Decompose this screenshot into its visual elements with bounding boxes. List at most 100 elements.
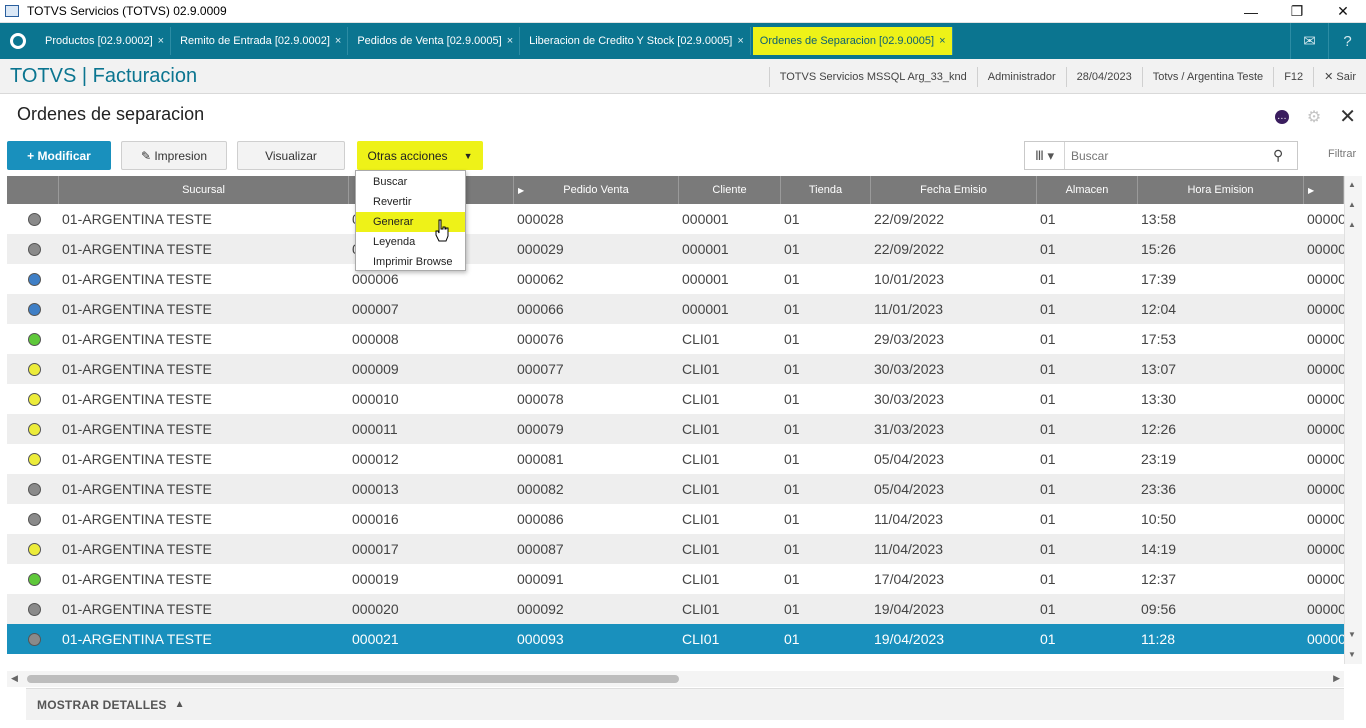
status-cell	[7, 242, 59, 256]
cell-almacen: 01	[1040, 391, 1056, 407]
totvs-logo-icon[interactable]	[0, 23, 36, 59]
mostrar-detalles-bar[interactable]: MOSTRAR DETALLES ▲	[26, 688, 1344, 720]
cell-extra: 00000	[1307, 631, 1344, 647]
cell-orden: 000011	[352, 421, 398, 437]
filtrar-link[interactable]: Filtrar	[1328, 148, 1356, 160]
table-row[interactable]: 01-ARGENTINA TESTE 000009 000077 CLI01 01 30/…	[7, 354, 1344, 384]
tab-remito-entrada[interactable]: Remito de Entrada [02.9.0002] ×	[173, 27, 349, 55]
shortcut-key[interactable]: F12	[1273, 66, 1313, 87]
scroll-bottom-icon[interactable]: ▼	[1348, 650, 1356, 659]
cell-tienda: 01	[784, 331, 800, 347]
table-row[interactable]: 01-ARGENTINA TESTE 000016 000086 CLI01 01 11/…	[7, 504, 1344, 534]
column-header-tienda[interactable]: Tienda	[781, 176, 871, 204]
company-name[interactable]: Totvs / Argentina Teste	[1141, 66, 1273, 87]
scroll-top-icon[interactable]: ▲	[1348, 180, 1356, 189]
cell-extra: 00000	[1307, 421, 1344, 437]
table-row[interactable]: 01-ARGENTINA TESTE 000011 000079 CLI01 01 31/…	[7, 414, 1344, 444]
user-name[interactable]: Administrador	[976, 66, 1066, 87]
tab-close-icon[interactable]: ×	[507, 35, 513, 47]
cell-cliente: CLI01	[682, 451, 720, 467]
restore-button[interactable]: ❐	[1274, 0, 1320, 23]
cell-tienda: 01	[784, 301, 800, 317]
cell-cliente: CLI01	[682, 391, 720, 407]
otras-acciones-button[interactable]: Otras acciones ▼	[357, 141, 483, 170]
cell-cliente: CLI01	[682, 571, 720, 587]
cell-fecha: 05/04/2023	[874, 481, 945, 497]
column-header-hora[interactable]: Hora Emision	[1138, 176, 1304, 204]
chat-icon[interactable]: …	[1274, 109, 1289, 124]
tab-close-icon[interactable]: ×	[335, 35, 341, 47]
cell-sucursal: 01-ARGENTINA TESTE	[62, 241, 212, 257]
tab-ordenes-separacion[interactable]: Ordenes de Separacion [02.9.0005] ×	[752, 27, 953, 55]
search-input[interactable]	[1071, 148, 1273, 163]
columns-icon[interactable]: Ⅲ ▾	[1025, 142, 1065, 169]
table-row[interactable]: 01-ARGENTINA TESTE 000017 000087 CLI01 01 11/…	[7, 534, 1344, 564]
table-row[interactable]: 01-ARGENTINA TESTE 000019 000091 CLI01 01 17/…	[7, 564, 1344, 594]
scroll-thumb[interactable]	[27, 675, 679, 683]
column-header-fecha[interactable]: Fecha Emisio	[871, 176, 1037, 204]
close-window-button[interactable]: ✕	[1320, 0, 1366, 23]
status-dot-icon	[28, 332, 41, 346]
menu-item-buscar[interactable]: Buscar	[356, 172, 465, 192]
tab-close-icon[interactable]: ×	[158, 35, 164, 47]
column-header-sucursal[interactable]: Sucursal	[59, 176, 349, 204]
cell-cliente: 000001	[682, 271, 729, 287]
tab-pedidos-venta[interactable]: Pedidos de Venta [02.9.0005] ×	[350, 27, 521, 55]
column-header-status[interactable]	[7, 176, 59, 204]
impresion-button[interactable]: ✎ Impresion	[121, 141, 227, 170]
cell-orden: 000016	[352, 511, 399, 527]
cell-almacen: 01	[1040, 601, 1056, 617]
scroll-down-icon[interactable]: ▼	[1348, 630, 1356, 639]
cell-hora: 17:53	[1141, 331, 1177, 347]
tab-close-icon[interactable]: ×	[939, 35, 945, 47]
mail-icon[interactable]: ✉	[1290, 23, 1328, 59]
help-icon[interactable]: ?	[1328, 23, 1366, 59]
cell-almacen: 01	[1040, 481, 1056, 497]
scroll-right-icon[interactable]: ▶	[1333, 673, 1340, 684]
table-row[interactable]: 01-ARGENTINA TESTE 000013 000082 CLI01 01 05/…	[7, 474, 1344, 504]
tab-close-icon[interactable]: ×	[737, 35, 743, 47]
horizontal-scrollbar[interactable]: ◀ ▶	[7, 671, 1344, 687]
minimize-button[interactable]: —	[1228, 0, 1274, 23]
cell-hora: 12:26	[1141, 421, 1177, 437]
gear-icon[interactable]: ⚙	[1307, 107, 1321, 127]
modificar-button[interactable]: + Modificar	[7, 141, 111, 170]
tab-productos[interactable]: Productos [02.9.0002] ×	[38, 27, 172, 55]
column-arrow-icon: ▶	[1308, 185, 1315, 195]
table-row[interactable]: 01-ARGENTINA TESTE 000010 000078 CLI01 01 30/…	[7, 384, 1344, 414]
cell-almacen: 01	[1040, 331, 1056, 347]
cell-orden: 000012	[352, 451, 399, 467]
column-header-more[interactable]: ▶	[1304, 176, 1344, 204]
cell-hora: 10:50	[1141, 511, 1177, 527]
cell-cliente: CLI01	[682, 601, 720, 617]
search-icon[interactable]: ⚲	[1273, 147, 1297, 164]
tab-liberacion-credito[interactable]: Liberacion de Credito Y Stock [02.9.0005…	[522, 27, 751, 55]
table-row[interactable]: 01-ARGENTINA TESTE 000008 000076 CLI01 01 29/…	[7, 324, 1344, 354]
scroll-page-up-icon[interactable]: ▲	[1348, 200, 1356, 209]
scroll-up-icon[interactable]: ▲	[1348, 220, 1356, 229]
table-row[interactable]: 01-ARGENTINA TESTE00000280000010122/09/2…	[7, 204, 1344, 234]
column-header-pedido[interactable]: ▶ Pedido Venta	[514, 176, 679, 204]
column-header-cliente[interactable]: Cliente	[679, 176, 781, 204]
menu-item-imprimir-browse[interactable]: Imprimir Browse	[356, 252, 465, 272]
session-date[interactable]: 28/04/2023	[1065, 66, 1142, 87]
table-row[interactable]: 01-ARGENTINA TESTE00000290000010122/09/2…	[7, 234, 1344, 264]
table-row[interactable]: 01-ARGENTINA TESTE 000006 000062 000001 01 10…	[7, 264, 1344, 294]
cell-extra: 00000	[1307, 301, 1344, 317]
column-arrow-icon: ▶	[518, 185, 525, 195]
status-dot-icon	[28, 632, 41, 646]
column-header-almacen[interactable]: Almacen	[1037, 176, 1138, 204]
vertical-scrollbar[interactable]: ▲ ▲ ▲ ▼ ▼	[1344, 176, 1362, 664]
visualizar-button[interactable]: Visualizar	[237, 141, 345, 170]
cell-almacen: 01	[1040, 631, 1056, 647]
cell-orden: 000021	[352, 631, 399, 647]
exit-button[interactable]: ✕ Sair	[1313, 66, 1366, 87]
hand-cursor-icon	[435, 219, 449, 242]
table-row[interactable]: 01-ARGENTINA TESTE 000007 000066 000001 01 11…	[7, 294, 1344, 324]
table-row[interactable]: 01-ARGENTINA TESTE 000021 000093 CLI01 01 19/…	[7, 624, 1344, 654]
close-icon[interactable]: ✕	[1339, 104, 1356, 129]
scroll-left-icon[interactable]: ◀	[11, 673, 18, 684]
table-row[interactable]: 01-ARGENTINA TESTE 000012 000081 CLI01 01 05/…	[7, 444, 1344, 474]
table-row[interactable]: 01-ARGENTINA TESTE 000020 000092 CLI01 01 19/…	[7, 594, 1344, 624]
menu-item-revertir[interactable]: Revertir	[356, 192, 465, 212]
